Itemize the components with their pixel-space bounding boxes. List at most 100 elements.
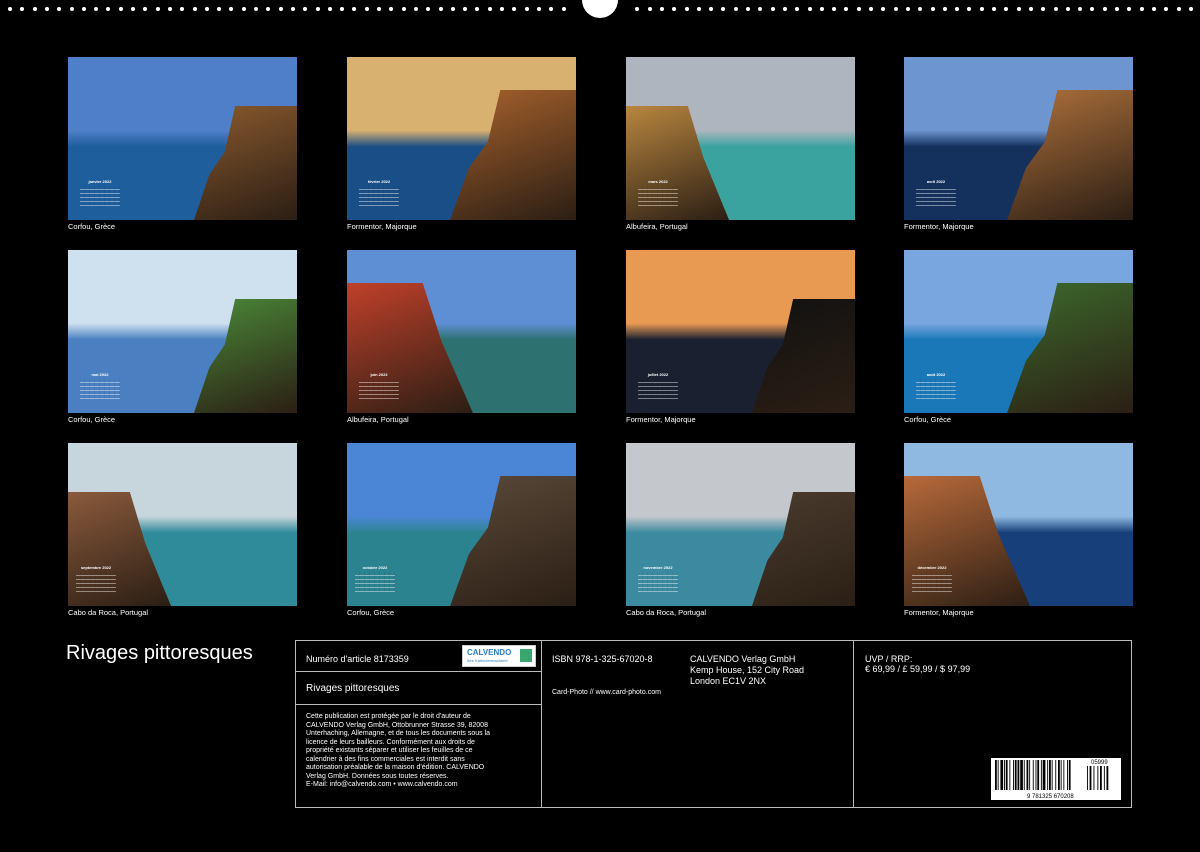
barcode-bar (1047, 760, 1049, 790)
isbn: ISBN 978-1-325-67020-8 (552, 654, 653, 664)
publisher-address: CALVENDO Verlag GmbH Kemp House, 152 City… (690, 654, 804, 687)
binding-hole (684, 7, 689, 11)
barcode-bar (1005, 760, 1008, 790)
binding-hole (438, 7, 443, 11)
legal-line: propriété existants séparer et utiliser … (306, 747, 473, 754)
mini-calendar: août 2022 (916, 372, 956, 400)
month-cell: mai 2022 Corfou, Grèce (68, 250, 297, 424)
binding-hole (1053, 7, 1058, 11)
binding-hole (979, 7, 984, 11)
binding-hole (1102, 7, 1107, 11)
binding-hole (106, 7, 111, 11)
article-number: Numéro d'article 8173359 (306, 654, 409, 664)
binding-hole (1016, 7, 1021, 11)
barcode-addon-bar (1097, 766, 1099, 790)
rock-shape (751, 491, 855, 606)
mini-calendar: octobre 2022 (355, 565, 395, 593)
mini-calendar-days (80, 186, 120, 206)
month-cell: octobre 2022 Corfou, Grèce (347, 443, 576, 617)
binding-hole (721, 7, 726, 11)
mini-calendar-month: janvier 2022 (88, 179, 112, 184)
binding-hole (217, 7, 222, 11)
binding-hole (241, 7, 246, 11)
binding-hole (8, 7, 12, 11)
photo-caption: Corfou, Grèce (904, 415, 952, 424)
barcode-bar (1037, 760, 1040, 790)
divider (853, 641, 854, 807)
binding-hole (1041, 7, 1046, 11)
binding-hole (44, 7, 49, 11)
binding-hole (733, 7, 738, 11)
mini-calendar-days (638, 186, 678, 206)
binding-hole (746, 7, 750, 11)
binding-hole (229, 7, 234, 11)
mini-calendar: novembre 2022 (638, 565, 678, 593)
mini-calendar: janvier 2022 (80, 179, 120, 207)
barcode-addon-bar (1103, 766, 1105, 790)
landscape-photo: mars 2022 (626, 57, 855, 220)
publisher-line: CALVENDO Verlag GmbH (690, 654, 796, 664)
barcode-addon-bar (1087, 766, 1088, 790)
barcode-bar (1014, 760, 1017, 790)
binding-hole (795, 7, 800, 11)
binding-hole (1115, 7, 1119, 11)
rock-shape (1007, 282, 1133, 413)
logo-text: CALVENDO (467, 648, 512, 657)
binding-hole (782, 7, 787, 11)
mini-calendar-days (359, 379, 399, 399)
binding-hole (992, 7, 996, 11)
legal-line: Unterhaching, Allemagne, et de tous les … (306, 730, 491, 737)
photo-caption: Corfou, Grèce (347, 608, 395, 617)
mini-calendar-days (355, 572, 395, 592)
divider (296, 671, 541, 672)
rock-shape (193, 105, 297, 220)
rock-shape (450, 475, 576, 606)
photo-caption: Formentor, Majorque (626, 415, 696, 424)
binding-hole (844, 7, 849, 11)
binding-hole (377, 7, 381, 11)
barcode-bar (1035, 760, 1037, 790)
legal-line: Verlag GmbH. Données sous toutes réserve… (306, 772, 449, 780)
binding-hole (672, 7, 677, 11)
barcode-addon-bar (1106, 766, 1109, 790)
logo-mark (520, 649, 532, 662)
barcode: 9 781325 670208 05999 (991, 758, 1121, 800)
binding-hole (1139, 7, 1144, 11)
logo-subtext: Ihre Kalendermacherei (467, 658, 508, 663)
binding-hole (167, 7, 172, 11)
publisher-line: Kemp House, 152 City Road (690, 665, 805, 675)
mini-calendar: mars 2022 (638, 179, 678, 207)
legal-notice: Cette publication est protégée par le dr… (306, 713, 490, 790)
mini-calendar: mai 2022 (80, 372, 120, 400)
landscape-photo: mai 2022 (68, 250, 297, 413)
barcode-bar (1058, 760, 1060, 790)
barcode-addon-bar (1093, 766, 1095, 790)
barcode-bar (1042, 760, 1046, 790)
photo-caption: Albufeira, Portugal (626, 222, 688, 231)
month-cell: mars 2022 Albufeira, Portugal (626, 57, 855, 231)
landscape-photo: février 2022 (347, 57, 576, 220)
mini-calendar: avril 2022 (916, 179, 956, 207)
binding-hole (709, 7, 714, 11)
binding-hole (942, 7, 947, 11)
landscape-photo: septembre 2022 (68, 443, 297, 606)
landscape-photo: juin 2022 (347, 250, 576, 413)
photo-caption: Corfou, Grèce (68, 415, 116, 424)
mini-calendar: septembre 2022 (76, 565, 116, 593)
binding-hole (450, 7, 455, 11)
binding-hole (696, 7, 701, 11)
barcode-bar (1017, 760, 1020, 790)
landscape-photo: juillet 2022 (626, 250, 855, 413)
month-cell: janvier 2022 Corfou, Grèce (68, 57, 297, 231)
binding-hole (426, 7, 431, 11)
binding-hole (536, 7, 541, 11)
mini-calendar-month: avril 2022 (926, 179, 946, 184)
binding-hole (327, 7, 332, 11)
binding-hole (1127, 7, 1132, 11)
month-cell: juillet 2022 Formentor, Majorque (626, 250, 855, 424)
barcode-bar (1063, 760, 1065, 790)
barcode-bar (1020, 760, 1023, 790)
binding-hole (930, 7, 935, 11)
binding-hole (155, 7, 160, 11)
mini-calendar: décembre 2022 (912, 565, 952, 593)
